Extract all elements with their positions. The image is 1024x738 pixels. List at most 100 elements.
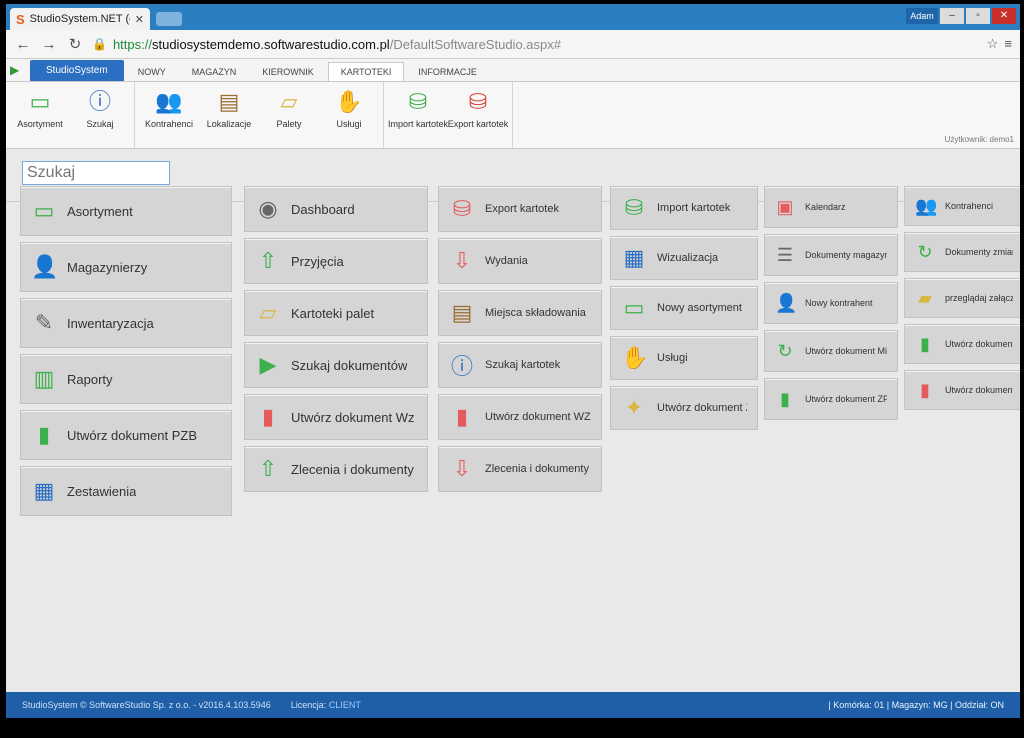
tile-zlecenia-wydania[interactable]: ⇩ Zlecenia i dokumenty wyda	[438, 446, 602, 492]
browser-user-badge[interactable]: Adam	[906, 8, 938, 24]
red-doc-icon: ▮	[455, 404, 469, 429]
tile-raporty[interactable]: ▥ Raporty	[20, 354, 232, 404]
tile-dokumenty-zmiany-lokalizacji[interactable]: ↻ Dokumenty zmiany lokaliza	[904, 232, 1020, 272]
url-path: /DefaultSoftwareStudio.aspx#	[389, 36, 561, 52]
tile-zlecenia-przyjecia[interactable]: ⇧ Zlecenia i dokumenty przy	[244, 446, 428, 492]
tile-utworz-dokument-zpz[interactable]: ▮ Utwórz dokument ZPZ	[764, 378, 898, 420]
ribbon-button-export-kartotek[interactable]: ⛁ Export kartotek	[448, 86, 509, 144]
url-field[interactable]: 🔒 https://studiosystemdemo.softwarestudi…	[92, 37, 979, 52]
menu-icon[interactable]: ≡	[1004, 36, 1012, 52]
ribbon-button-szukaj[interactable]: ⓘ Szukaj	[74, 86, 126, 144]
browser-tab[interactable]: S StudioSystem.NET (c) Sof ✕	[10, 8, 150, 30]
ribbon-button-lokalizacje[interactable]: ▤ Lokalizacje	[203, 86, 255, 144]
tile-column-6: 👥Kontrahenci ↻Dokumenty zmiany lokaliza …	[904, 186, 1020, 416]
tile-szukaj-dokumentow[interactable]: ▶ Szukaj dokumentów	[244, 342, 428, 388]
new-tab-button[interactable]	[156, 12, 182, 26]
ribbon-button-import-kartotek[interactable]: ⛁ Import kartotek	[388, 86, 448, 144]
footer-status: | Komórka: 01 | Magazyn: MG | Oddział: O…	[828, 700, 1004, 710]
doc-cycle-icon: ↻	[917, 241, 933, 262]
search-info-icon: ⓘ	[88, 89, 111, 114]
forward-arrow-icon[interactable]: →	[40, 36, 58, 53]
green-doc-icon: ▮	[37, 422, 51, 447]
tile-label: Dashboard	[291, 201, 355, 217]
ribbon-button-uslugi[interactable]: ✋ Usługi	[323, 86, 375, 144]
tile-import-kartotek[interactable]: ⛁ Import kartotek	[610, 186, 758, 230]
tile-nowy-kontrahent[interactable]: 👤 Nowy kontrahent	[764, 282, 898, 324]
tile-wydania[interactable]: ⇩ Wydania	[438, 238, 602, 284]
run-arrow-icon[interactable]: ▶	[10, 63, 24, 77]
tile-label: Wizualizacja	[657, 252, 719, 264]
ribbon-group-1: ▭ Asortyment ⓘ Szukaj	[6, 82, 135, 148]
tile-label: Szukaj kartotek	[485, 359, 561, 371]
url-host: studiosystemdemo.softwarestudio.com.pl	[151, 36, 390, 52]
tile-label: Dokumenty zmiany lokaliza	[945, 247, 1013, 257]
ribbon-button-palety[interactable]: ▱ Palety	[263, 86, 315, 144]
tile-utworz-dokument-zwz[interactable]: ▮ Utwórz dokument ZWZ	[904, 370, 1020, 410]
ribbon-button-asortyment[interactable]: ▭ Asortyment	[14, 86, 66, 144]
tab-informacje[interactable]: INFORMACJE	[406, 63, 489, 81]
doc-cycle-icon: ↻	[777, 340, 793, 361]
shelf-icon: ▤	[218, 89, 240, 114]
tile-column-2: ◉ Dashboard ⇧ Przyjęcia ▱ Kartoteki palet ▶…	[244, 186, 428, 498]
tile-utworz-dokument-wzb[interactable]: ▮ Utwórz dokument WZB	[438, 394, 602, 440]
tile-utworz-dokument-wz[interactable]: ▮ Utwórz dokument Wz	[244, 394, 428, 440]
tile-miejsca-skladowania[interactable]: ▤ Miejsca składowania	[438, 290, 602, 336]
dashboard-gauge-icon: ◉	[258, 196, 278, 221]
tile-column-5: ▣ Kalendarz ☰ Dokumenty magazynowe 👤 Nowy k…	[764, 186, 898, 426]
minimize-icon[interactable]: –	[940, 8, 964, 24]
tile-utworz-dokument-pz[interactable]: ▮ Utwórz dokument Pz	[904, 324, 1020, 364]
tab-nowy[interactable]: NOWY	[126, 63, 178, 81]
red-doc-icon: ▮	[261, 404, 275, 429]
tile-utworz-dokument-mix[interactable]: ↻ Utwórz dokument Mix	[764, 330, 898, 372]
tile-dashboard[interactable]: ◉ Dashboard	[244, 186, 428, 232]
doc-star-icon: ✦	[624, 395, 644, 420]
tile-kalendarz[interactable]: ▣ Kalendarz	[764, 186, 898, 228]
ribbon-button-kontrahenci[interactable]: 👥 Kontrahenci	[143, 86, 195, 144]
tab-kierownik[interactable]: KIEROWNIK	[250, 63, 326, 81]
user-hint: Użytkownik: demo1	[944, 135, 1014, 144]
tile-dokumenty-magazynowe[interactable]: ☰ Dokumenty magazynowe	[764, 234, 898, 276]
import-db-icon: ⛁	[408, 89, 428, 114]
tile-label: Utwórz dokument Pz	[945, 339, 1013, 349]
close-icon[interactable]: ✕	[135, 13, 144, 26]
red-doc-icon: ▮	[920, 379, 930, 400]
tile-wizualizacja[interactable]: ▦ Wizualizacja	[610, 236, 758, 280]
tile-asortyment[interactable]: ▭ Asortyment	[20, 186, 232, 236]
tile-nowy-asortyment[interactable]: ▭ Nowy asortyment	[610, 286, 758, 330]
tile-magazynierzy[interactable]: 👤 Magazynierzy	[20, 242, 232, 292]
tile-przegladaj-zalaczniki[interactable]: ▰ przeglądaj załączniki	[904, 278, 1020, 318]
license-value: CLIENT	[328, 700, 361, 710]
tile-label: Usługi	[657, 352, 688, 364]
bookmark-star-icon[interactable]: ☆	[987, 36, 999, 52]
search-input[interactable]	[22, 161, 170, 185]
reload-icon[interactable]: ↻	[66, 35, 84, 53]
tab-studiosystem[interactable]: StudioSystem	[30, 60, 124, 81]
tile-utworz-dokument-zl[interactable]: ✦ Utwórz dokument ZL	[610, 386, 758, 430]
tile-label: Utwórz dokument Mix	[805, 346, 887, 356]
back-arrow-icon[interactable]: ←	[14, 36, 32, 53]
ribbon-button-label: Lokalizacje	[206, 119, 252, 129]
tile-label: Utwórz dokument Wz	[291, 409, 415, 425]
tile-label: Inwentaryzacja	[67, 315, 154, 331]
tile-przyjecia[interactable]: ⇧ Przyjęcia	[244, 238, 428, 284]
contractors-icon: 👥	[915, 195, 938, 216]
tile-kontrahenci[interactable]: 👥 Kontrahenci	[904, 186, 1020, 226]
tile-kartoteki-palet[interactable]: ▱ Kartoteki palet	[244, 290, 428, 336]
tab-magazyn[interactable]: MAGAZYN	[180, 63, 249, 81]
tile-utworz-dokument-pzb[interactable]: ▮ Utwórz dokument PZB	[20, 410, 232, 460]
tile-zestawienia[interactable]: ▦ Zestawienia	[20, 466, 232, 516]
tile-label: Utwórz dokument ZWZ	[945, 385, 1013, 395]
tile-export-kartotek[interactable]: ⛁ Export kartotek	[438, 186, 602, 232]
export-db-icon: ⛁	[452, 196, 472, 221]
maximize-icon[interactable]: ▫	[966, 8, 990, 24]
tile-uslugi[interactable]: ✋ Usługi	[610, 336, 758, 380]
ribbon-group-3: ⛁ Import kartotek ⛁ Export kartotek	[384, 82, 513, 148]
ribbon-button-label: Usługi	[336, 119, 362, 129]
studiosystem-favicon-icon: S	[16, 11, 25, 27]
tile-szukaj-kartotek[interactable]: ⓘ Szukaj kartotek	[438, 342, 602, 388]
tab-kartoteki[interactable]: KARTOTEKI	[327, 62, 405, 81]
window-close-icon[interactable]: ✕	[992, 8, 1016, 24]
product-box-icon: ▭	[623, 295, 645, 320]
ribbon-button-label: Szukaj	[86, 119, 114, 129]
tile-inwentaryzacja[interactable]: ✎ Inwentaryzacja	[20, 298, 232, 348]
